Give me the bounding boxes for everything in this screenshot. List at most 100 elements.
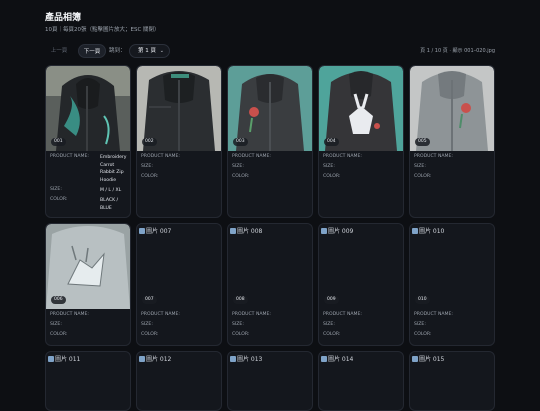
broken-image: 圖片 010 <box>412 226 444 235</box>
product-meta: PRODUCT NAME: SIZE: COLOR: <box>141 154 221 184</box>
color-label: COLOR: <box>414 332 432 337</box>
image-number-badge: 001 <box>51 138 66 146</box>
size-label: SIZE: <box>50 322 62 327</box>
image-placeholder-icon <box>321 228 327 234</box>
size-label: SIZE: <box>414 164 426 169</box>
product-name-label: PRODUCT NAME: <box>141 312 180 317</box>
color-label: COLOR: <box>50 197 68 202</box>
color-label: COLOR: <box>414 174 432 179</box>
image-number-badge: 010 <box>415 296 430 304</box>
product-name-label: PRODUCT NAME: <box>50 154 89 159</box>
image-number-badge: 005 <box>415 138 430 146</box>
page: 產品相簿 10頁｜每頁20張（點擊圖片放大；ESC 關閉） 上一頁 下一頁 跳到… <box>0 0 540 411</box>
pagination-toolbar: 上一頁 下一頁 跳到： 第 1 頁 ⌄ 頁 1 / 10 頁 · 顯示 001–… <box>45 44 495 58</box>
product-card: 003 PRODUCT NAME: SIZE: COLOR: <box>227 65 313 218</box>
product-name-value: Embroidery Carrot Rabbit Zip Hoodie <box>100 155 127 183</box>
product-image[interactable]: 圖片 010 010 <box>410 224 494 309</box>
product-image[interactable]: 005 <box>410 66 494 151</box>
product-image[interactable]: 002 <box>137 66 221 151</box>
product-meta: PRODUCT NAME: Embroidery Carrot Rabbit Zi… <box>50 154 130 211</box>
product-image[interactable]: 006 <box>46 224 130 309</box>
image-number-badge: 002 <box>142 138 157 146</box>
size-label: SIZE: <box>50 187 62 192</box>
product-card: 圖片 011 <box>45 351 131 411</box>
product-image[interactable]: 001 <box>46 66 130 151</box>
image-number-badge: 007 <box>142 296 157 304</box>
product-card: 001 PRODUCT NAME: Embroidery Carrot Rabbi… <box>45 65 131 218</box>
product-meta: PRODUCT NAME: SIZE: COLOR: <box>414 154 494 184</box>
product-image[interactable]: 圖片 007 007 <box>137 224 221 309</box>
product-name-label: PRODUCT NAME: <box>50 312 89 317</box>
color-label: COLOR: <box>141 174 159 179</box>
broken-image: 圖片 008 <box>230 226 262 235</box>
image-number-badge: 008 <box>233 296 248 304</box>
product-image[interactable]: 004 <box>319 66 403 151</box>
product-card: 圖片 014 <box>318 351 404 411</box>
image-placeholder-icon <box>230 228 236 234</box>
product-card: 002 PRODUCT NAME: SIZE: COLOR: <box>136 65 222 218</box>
product-card: 圖片 012 <box>136 351 222 411</box>
page-subtitle: 10頁｜每頁20張（點擊圖片放大；ESC 關閉） <box>45 27 160 33</box>
product-name-label: PRODUCT NAME: <box>414 154 453 159</box>
product-meta: PRODUCT NAME: SIZE: COLOR: <box>50 312 130 342</box>
color-label: COLOR: <box>141 332 159 337</box>
size-label: SIZE: <box>232 322 244 327</box>
product-card: 圖片 015 <box>409 351 495 411</box>
product-image[interactable]: 圖片 008 008 <box>228 224 312 309</box>
product-meta: PRODUCT NAME: SIZE: COLOR: <box>323 312 403 342</box>
prev-page-button[interactable]: 上一頁 <box>45 44 73 58</box>
product-card: 圖片 007 007 PRODUCT NAME: SIZE: COLOR: <box>136 223 222 346</box>
product-meta: PRODUCT NAME: SIZE: COLOR: <box>232 154 312 184</box>
size-label: SIZE: <box>414 322 426 327</box>
size-value: M / L / XL <box>100 188 122 193</box>
broken-image[interactable]: 圖片 014 <box>321 354 353 363</box>
image-placeholder-icon <box>139 356 145 362</box>
product-meta: PRODUCT NAME: SIZE: COLOR: <box>232 312 312 342</box>
color-label: COLOR: <box>232 332 250 337</box>
broken-image[interactable]: 圖片 011 <box>48 354 80 363</box>
product-name-label: PRODUCT NAME: <box>414 312 453 317</box>
chevron-down-icon: ⌄ <box>159 48 164 54</box>
image-number-badge: 006 <box>51 296 66 304</box>
size-label: SIZE: <box>141 322 153 327</box>
product-meta: PRODUCT NAME: SIZE: COLOR: <box>141 312 221 342</box>
page-select[interactable]: 第 1 頁 ⌄ <box>129 44 170 58</box>
broken-image[interactable]: 圖片 012 <box>139 354 171 363</box>
product-card: 005 PRODUCT NAME: SIZE: COLOR: <box>409 65 495 218</box>
image-number-badge: 009 <box>324 296 339 304</box>
image-number-badge: 004 <box>324 138 339 146</box>
product-card: 圖片 013 <box>227 351 313 411</box>
broken-image[interactable]: 圖片 015 <box>412 354 444 363</box>
color-label: COLOR: <box>323 174 341 179</box>
product-card: 圖片 010 010 PRODUCT NAME: SIZE: COLOR: <box>409 223 495 346</box>
color-value: BLACK / BLUE <box>100 198 119 211</box>
image-placeholder-icon <box>321 356 327 362</box>
page-status: 頁 1 / 10 頁 · 顯示 001–020.jpg <box>420 48 495 54</box>
image-placeholder-icon <box>48 356 54 362</box>
jump-to-label: 跳到： <box>109 48 126 54</box>
next-page-button[interactable]: 下一頁 <box>78 44 106 58</box>
product-image[interactable]: 003 <box>228 66 312 151</box>
product-meta: PRODUCT NAME: SIZE: COLOR: <box>414 312 494 342</box>
broken-image: 圖片 009 <box>321 226 353 235</box>
broken-image: 圖片 007 <box>139 226 171 235</box>
product-card: 006 PRODUCT NAME: SIZE: COLOR: <box>45 223 131 346</box>
product-card: 圖片 008 008 PRODUCT NAME: SIZE: COLOR: <box>227 223 313 346</box>
size-label: SIZE: <box>141 164 153 169</box>
product-name-label: PRODUCT NAME: <box>323 154 362 159</box>
image-placeholder-icon <box>412 356 418 362</box>
size-label: SIZE: <box>232 164 244 169</box>
broken-image[interactable]: 圖片 013 <box>230 354 262 363</box>
image-number-badge: 003 <box>233 138 248 146</box>
image-placeholder-icon <box>412 228 418 234</box>
product-name-label: PRODUCT NAME: <box>141 154 180 159</box>
page-select-value: 第 1 頁 <box>138 48 156 54</box>
image-placeholder-icon <box>139 228 145 234</box>
product-meta: PRODUCT NAME: SIZE: COLOR: <box>323 154 403 184</box>
product-name-label: PRODUCT NAME: <box>232 312 271 317</box>
color-label: COLOR: <box>50 332 68 337</box>
page-title: 產品相簿 <box>45 13 82 23</box>
color-label: COLOR: <box>232 174 250 179</box>
size-label: SIZE: <box>323 164 335 169</box>
product-image[interactable]: 圖片 009 009 <box>319 224 403 309</box>
